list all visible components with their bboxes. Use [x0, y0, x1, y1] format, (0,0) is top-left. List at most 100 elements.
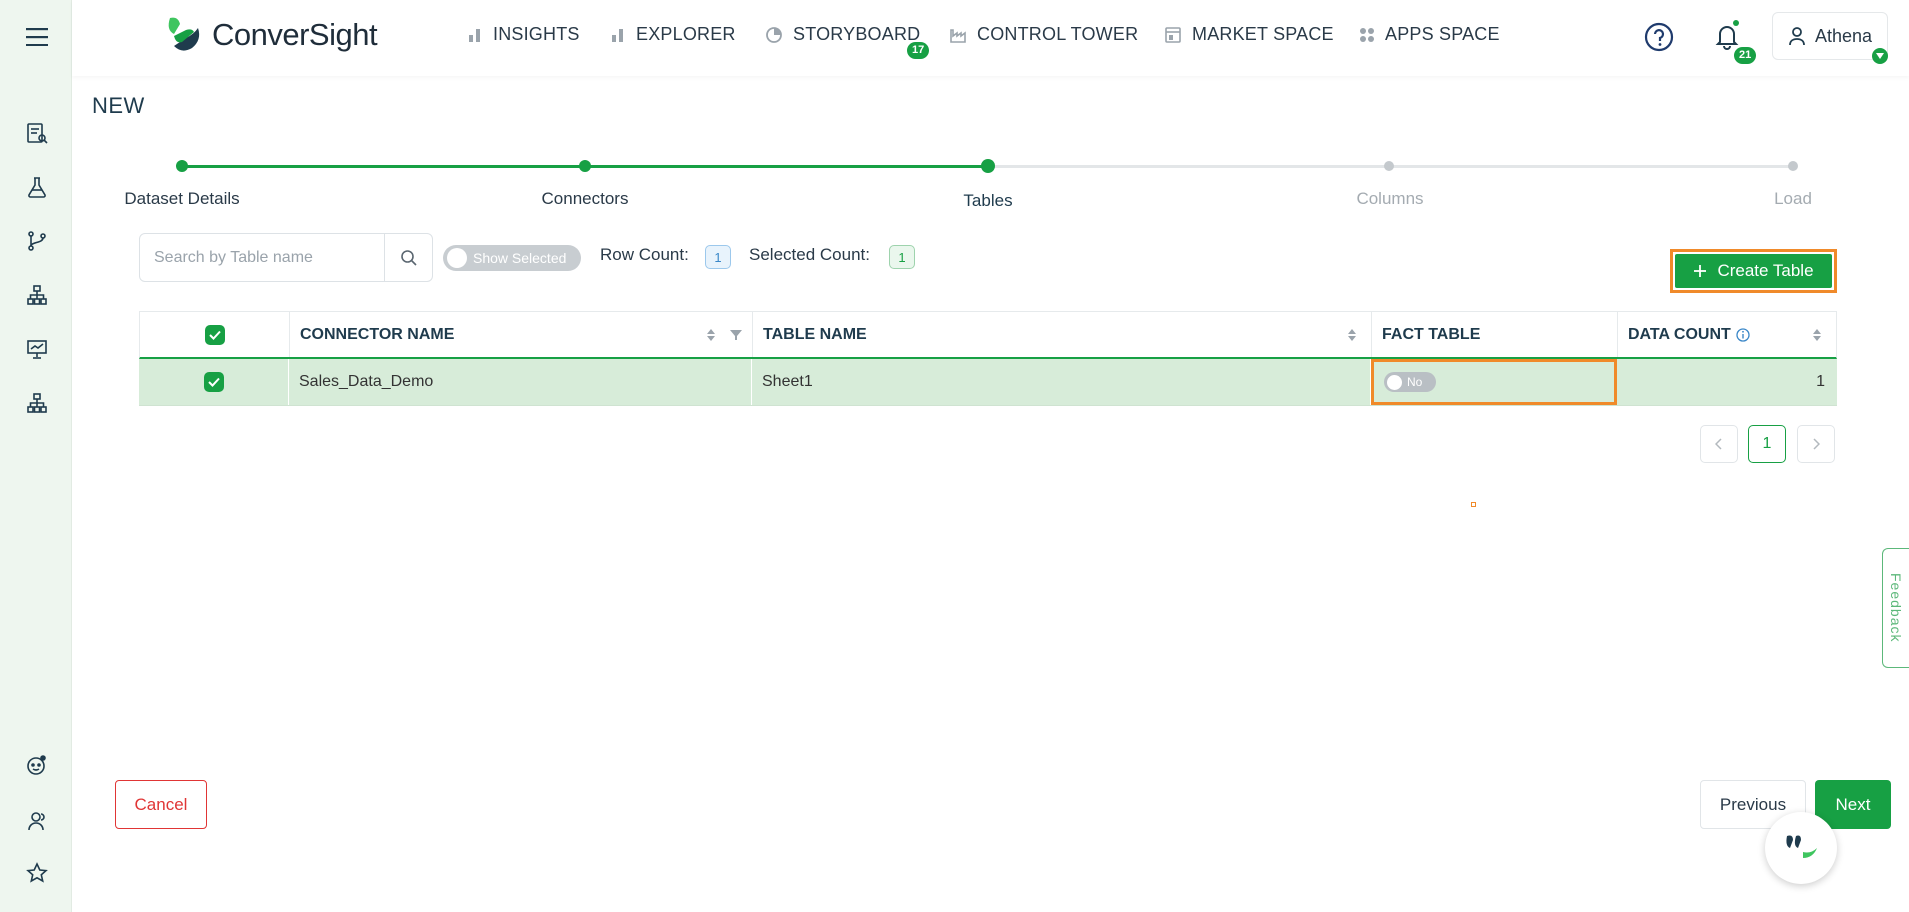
column-header-label: FACT TABLE [1382, 325, 1481, 343]
report-search-icon[interactable] [22, 118, 52, 148]
user-icon [1789, 27, 1805, 46]
brand-logo[interactable]: ConverSight [164, 16, 378, 54]
sort-icon[interactable] [706, 328, 716, 342]
step-dot-columns[interactable] [1384, 161, 1394, 171]
info-icon[interactable] [1736, 327, 1750, 342]
user-menu[interactable]: Athena [1772, 12, 1888, 60]
selected-count-badge: 1 [889, 245, 915, 269]
column-header-label: DATA COUNT [1628, 325, 1731, 343]
nav-explorer-label: EXPLORER [636, 24, 736, 44]
nav-explorer[interactable]: EXPLORER [610, 24, 736, 45]
create-table-label: Create Table [1717, 261, 1814, 280]
row-count-label: Row Count: [600, 245, 689, 264]
table-name-cell: Sheet1 [752, 359, 1371, 405]
sort-icon[interactable] [1347, 328, 1357, 342]
cancel-button[interactable]: Cancel [115, 780, 207, 829]
data-count-cell: 1 [1816, 373, 1825, 390]
step-label-columns: Columns [1356, 189, 1424, 208]
column-header-label: CONNECTOR NAME [300, 325, 455, 343]
step-label-tables: Tables [963, 191, 1013, 210]
next-page-button[interactable] [1797, 425, 1835, 463]
table-search-box [139, 233, 433, 282]
table-row[interactable]: Sales_Data_Demo Sheet1 No 1 [139, 359, 1837, 406]
show-selected-label: Show Selected [473, 250, 567, 266]
sort-icon[interactable] [1812, 328, 1822, 342]
show-selected-toggle[interactable]: Show Selected [443, 245, 581, 271]
search-icon [400, 249, 417, 266]
step-dot-connectors[interactable] [579, 160, 591, 172]
table-search-input[interactable] [140, 234, 384, 281]
selected-count-label: Selected Count: [749, 245, 870, 264]
bar-chart-icon [612, 28, 623, 42]
fact-table-toggle-label: No [1407, 375, 1423, 389]
step-label-connectors: Connectors [541, 189, 629, 208]
nav-storyboard[interactable]: STORYBOARD [765, 24, 920, 45]
checkmark-icon [207, 377, 220, 387]
chevron-left-icon [1715, 438, 1722, 450]
search-button[interactable] [384, 234, 432, 281]
toggle-knob [1387, 374, 1402, 390]
hierarchy-icon[interactable] [22, 280, 52, 310]
step-label-dataset-details: Dataset Details [124, 189, 240, 208]
column-header-connector-name[interactable]: CONNECTOR NAME [290, 312, 753, 357]
step-dot-dataset-details[interactable] [176, 160, 188, 172]
left-sidebar [0, 0, 72, 912]
bar-chart-icon [469, 28, 480, 42]
git-branch-icon[interactable] [22, 226, 52, 256]
fact-table-cell: No [1371, 359, 1617, 405]
apps-grid-icon [1360, 27, 1374, 42]
smiley-bot-icon[interactable] [22, 750, 52, 780]
nav-insights-label: INSIGHTS [493, 24, 580, 44]
hamburger-menu-icon[interactable] [22, 22, 52, 52]
conversight-logo-icon [168, 17, 200, 51]
top-navigation-bar: ConverSight INSIGHTS EXPLORER STORYBOARD… [72, 0, 1909, 76]
column-header-fact-table: FACT TABLE [1372, 312, 1618, 357]
nav-apps-space[interactable]: APPS SPACE [1359, 24, 1500, 45]
create-table-button[interactable]: Create Table [1670, 249, 1837, 293]
help-icon[interactable] [1644, 22, 1674, 57]
fact-table-toggle[interactable]: No [1384, 372, 1436, 392]
prev-page-button[interactable] [1700, 425, 1738, 463]
flask-icon[interactable] [22, 172, 52, 202]
column-header-table-name[interactable]: TABLE NAME [753, 312, 1372, 357]
page-title: NEW [92, 93, 145, 118]
step-dot-tables[interactable] [981, 159, 995, 173]
user-dropdown-icon[interactable] [1872, 48, 1888, 64]
table-header-row: CONNECTOR NAME TABLE NAME FACT TABLE DAT… [139, 311, 1837, 359]
user-name: Athena [1815, 25, 1873, 46]
column-header-label: TABLE NAME [763, 325, 867, 343]
step-label-load: Load [1774, 189, 1812, 208]
pie-icon [766, 26, 782, 43]
filter-icon[interactable] [730, 329, 742, 341]
step-dot-load[interactable] [1788, 161, 1798, 171]
page-number-button[interactable]: 1 [1748, 425, 1786, 463]
factory-icon [950, 28, 966, 43]
plus-icon [1694, 265, 1707, 277]
nav-insights[interactable]: INSIGHTS [467, 24, 580, 45]
storyboard-count-badge: 17 [907, 42, 930, 59]
checkmark-icon [208, 330, 221, 340]
nav-storyboard-label: STORYBOARD [793, 24, 921, 44]
feedback-label: Feedback [1888, 573, 1904, 643]
users-icon[interactable] [22, 806, 52, 836]
store-icon [1165, 26, 1181, 43]
notification-count-badge: 21 [1734, 47, 1757, 64]
star-icon[interactable] [22, 858, 52, 888]
chevron-right-icon [1813, 438, 1820, 450]
nav-market-space[interactable]: MARKET SPACE [1164, 24, 1334, 45]
row-select-checkbox[interactable] [203, 372, 224, 392]
chatbot-launcher[interactable] [1765, 812, 1837, 884]
feedback-tab[interactable]: Feedback [1882, 548, 1909, 668]
nav-apps-space-label: APPS SPACE [1385, 24, 1500, 44]
select-all-checkbox[interactable] [204, 324, 225, 345]
nav-control-tower[interactable]: CONTROL TOWER [949, 24, 1138, 45]
column-header-data-count[interactable]: DATA COUNT [1618, 312, 1836, 357]
row-count-badge: 1 [705, 245, 731, 269]
hierarchy-icon[interactable] [22, 388, 52, 418]
toggle-knob [447, 248, 467, 268]
presentation-chart-icon[interactable] [22, 334, 52, 364]
nav-market-space-label: MARKET SPACE [1192, 24, 1334, 44]
row-select-cell [139, 359, 289, 405]
highlight-marker [1471, 502, 1476, 507]
select-all-header [140, 312, 290, 357]
